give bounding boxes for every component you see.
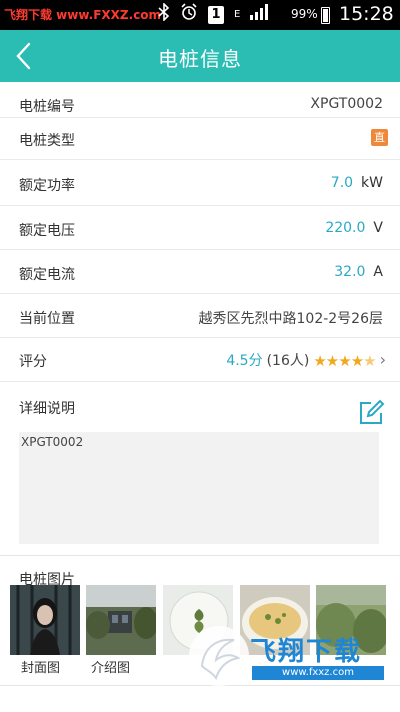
rating-score: 4.5分 (226, 353, 263, 369)
alarm-icon (180, 3, 198, 27)
current-unit: A (373, 264, 383, 280)
voltage-unit: V (373, 220, 383, 236)
description-box: XPGT0002 (19, 432, 379, 544)
half-star-icon: ★ (363, 352, 376, 370)
voltage-value: 220.0 (325, 220, 366, 236)
row-current: 额定电流 32.0 A (0, 250, 400, 294)
row-label: 额定电流 (19, 267, 75, 283)
divider (0, 555, 400, 556)
location-value: 越秀区先烈中路102-2号26层 (198, 311, 384, 327)
row-label: 当前位置 (19, 311, 75, 327)
row-type: 电桩类型 直 (0, 118, 400, 160)
star-icon: ★ (313, 352, 326, 370)
row-power: 额定功率 7.0 kW (0, 160, 400, 206)
caption-intro: 介绍图 (91, 661, 131, 676)
edit-icon (360, 399, 385, 424)
photo-intro[interactable] (86, 585, 156, 655)
status-time: 15:28 (339, 3, 394, 25)
row-code: 电桩编号 XPGT0002 (0, 82, 400, 118)
code-value: XPGT0002 (310, 96, 383, 112)
battery-percent: 99% (291, 7, 318, 21)
data-e-icon: E (234, 9, 241, 20)
row-label: 电桩类型 (19, 133, 75, 149)
current-value: 32.0 (334, 264, 366, 280)
row-label: 额定功率 (19, 178, 75, 194)
photo-cover[interactable] (10, 585, 80, 655)
bluetooth-icon (158, 2, 170, 27)
battery-icon (321, 7, 330, 24)
row-label: 额定电压 (19, 223, 75, 239)
row-rating[interactable]: 评分 4.5分 (16人) ★★★★★ › (0, 338, 400, 382)
status-watermark-text: 飞翔下载 www.FXXZ.com (4, 8, 162, 22)
row-voltage: 额定电压 220.0 V (0, 206, 400, 250)
star-icon: ★ (338, 352, 351, 370)
desc-label: 详细说明 (19, 401, 75, 417)
caption-cover: 封面图 (21, 661, 61, 676)
rating-count: (16人) (266, 353, 310, 369)
power-value: 7.0 (330, 175, 354, 191)
status-icons: 1 E (158, 2, 269, 27)
page-title: 电桩信息 (158, 47, 242, 71)
watermark-brand: 飞翔下载 (250, 637, 363, 667)
row-location: 当前位置 越秀区先烈中路102-2号26层 (0, 294, 400, 338)
star-icon: ★ (325, 352, 339, 370)
type-badge: 直 (371, 129, 388, 146)
rating-stars: ★★★★★ (313, 352, 376, 370)
sim-1-icon: 1 (208, 6, 224, 24)
star-icon: ★ (350, 352, 364, 370)
watermark-url: www.fxxz.com (252, 666, 384, 680)
signal-icon (250, 4, 269, 26)
status-bar: 飞翔下载 www.FXXZ.com 1 E 99% 15:28 (0, 0, 400, 30)
app-header: 电桩信息 (0, 30, 400, 82)
description-text: XPGT0002 (21, 435, 84, 449)
row-label: 电桩编号 (19, 99, 75, 115)
row-label: 评分 (19, 354, 47, 370)
chevron-right-icon: › (379, 350, 386, 369)
edit-button[interactable] (357, 398, 385, 426)
power-unit: kW (361, 175, 383, 191)
